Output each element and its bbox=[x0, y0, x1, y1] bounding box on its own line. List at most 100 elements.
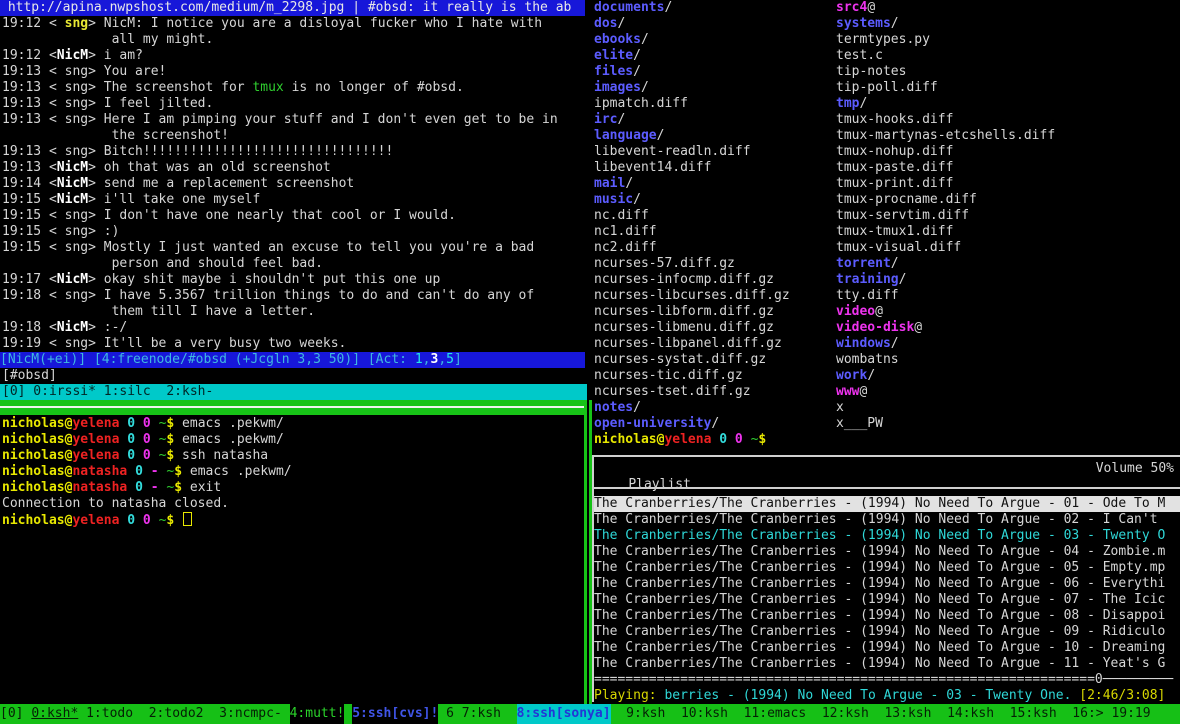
file-name: tmux-visual.diff bbox=[836, 240, 961, 255]
text-segment bbox=[127, 464, 135, 479]
text-segment bbox=[143, 480, 151, 495]
taskbar-window-item[interactable]: [0] bbox=[0, 704, 31, 724]
file-entry[interactable]: tmux-martynas-etcshells.diff bbox=[836, 128, 1055, 144]
text-segment: [2:46/3:08] bbox=[1079, 688, 1165, 703]
file-entry[interactable]: libevent14.diff bbox=[594, 160, 711, 176]
file-entry[interactable]: images/ bbox=[594, 80, 649, 96]
taskbar-window-item[interactable]: 4:mutt! bbox=[290, 704, 345, 724]
taskbar-window-item[interactable]: 6 7:ksh bbox=[438, 704, 516, 724]
file-entry[interactable]: tip-notes bbox=[836, 64, 906, 80]
playlist-track[interactable]: The Cranberries/The Cranberries - (1994)… bbox=[594, 560, 1180, 576]
file-name: ncurses-libmenu.diff.gz bbox=[594, 320, 774, 335]
file-entry[interactable]: work/ bbox=[836, 368, 875, 384]
taskbar-window-item[interactable]: 5:ssh[cvs]! bbox=[352, 704, 438, 724]
progress-bar[interactable]: ========================================… bbox=[594, 672, 1173, 688]
playlist-title: Playlist bbox=[628, 477, 691, 492]
file-entry[interactable]: test.c bbox=[836, 48, 883, 64]
file-entry[interactable]: training/ bbox=[836, 272, 906, 288]
file-entry[interactable]: tmux-print.diff bbox=[836, 176, 953, 192]
file-entry[interactable]: video-disk@ bbox=[836, 320, 922, 336]
playlist-track[interactable]: The Cranberries/The Cranberries - (1994)… bbox=[594, 496, 1180, 512]
file-entry[interactable]: tty.diff bbox=[836, 288, 899, 304]
file-entry[interactable]: www@ bbox=[836, 384, 867, 400]
taskbar-window-item[interactable]: 8:ssh[sonya] bbox=[517, 704, 611, 724]
file-entry[interactable]: tmux-servtim.diff bbox=[836, 208, 969, 224]
player-box-top-border bbox=[594, 455, 1180, 457]
file-entry[interactable]: x bbox=[836, 400, 844, 416]
taskbar-window-item[interactable]: 9:ksh 10:ksh 11:emacs 12:ksh 13:ksh 14:k… bbox=[611, 704, 1151, 724]
file-entry[interactable]: video@ bbox=[836, 304, 883, 320]
text-segment bbox=[151, 416, 159, 431]
right-shell-prompt[interactable]: nicholas@yelena 0 0 ~$ bbox=[594, 432, 766, 448]
file-entry[interactable]: documents/ bbox=[594, 0, 672, 16]
file-entry[interactable]: music/ bbox=[594, 192, 641, 208]
playlist-track[interactable]: The Cranberries/The Cranberries - (1994)… bbox=[594, 656, 1180, 672]
dir-name: windows bbox=[836, 336, 891, 351]
file-type-suffix: / bbox=[891, 256, 899, 271]
playlist-track[interactable]: The Cranberries/The Cranberries - (1994)… bbox=[594, 640, 1180, 656]
inner-screen-window-bar[interactable]: [0] 0:irssi* 1:silc 2:ksh- bbox=[0, 384, 587, 400]
file-entry[interactable]: notes/ bbox=[594, 400, 641, 416]
taskbar-window-item[interactable] bbox=[344, 704, 352, 724]
file-entry[interactable]: termtypes.py bbox=[836, 32, 930, 48]
file-entry[interactable]: libevent-readln.diff bbox=[594, 144, 751, 160]
file-entry[interactable]: ipmatch.diff bbox=[594, 96, 688, 112]
irc-message-line: 19:15 <NicM> i'll take one myself bbox=[2, 192, 260, 208]
file-entry[interactable]: tmux-tmux1.diff bbox=[836, 224, 953, 240]
file-entry[interactable]: tip-poll.diff bbox=[836, 80, 938, 96]
file-entry[interactable]: torrent/ bbox=[836, 256, 899, 272]
file-entry[interactable]: x___PW bbox=[836, 416, 883, 432]
file-entry[interactable]: files/ bbox=[594, 64, 641, 80]
file-entry[interactable]: tmux-procname.diff bbox=[836, 192, 977, 208]
playlist-track[interactable]: The Cranberries/The Cranberries - (1994)… bbox=[594, 576, 1180, 592]
file-entry[interactable]: src4@ bbox=[836, 0, 875, 16]
text-segment: emacs .pekwm/ bbox=[174, 432, 284, 447]
playlist-track[interactable]: The Cranberries/The Cranberries - (1994)… bbox=[594, 608, 1180, 624]
file-entry[interactable]: tmp/ bbox=[836, 96, 867, 112]
shell-line[interactable]: nicholas@yelena 0 0 ~$ bbox=[2, 512, 192, 528]
file-entry[interactable]: elite/ bbox=[594, 48, 641, 64]
file-entry[interactable]: ncurses-tset.diff.gz bbox=[594, 384, 751, 400]
file-entry[interactable]: nc1.diff bbox=[594, 224, 657, 240]
file-type-suffix: / bbox=[633, 400, 641, 415]
file-entry[interactable]: nc2.diff bbox=[594, 240, 657, 256]
file-entry[interactable]: tmux-paste.diff bbox=[836, 160, 953, 176]
file-entry[interactable]: mail/ bbox=[594, 176, 633, 192]
file-entry[interactable]: nc.diff bbox=[594, 208, 649, 224]
file-entry[interactable]: language/ bbox=[594, 128, 664, 144]
file-entry[interactable]: ebooks/ bbox=[594, 32, 649, 48]
playlist-track[interactable]: The Cranberries/The Cranberries - (1994)… bbox=[594, 624, 1180, 640]
file-name: tmux-paste.diff bbox=[836, 160, 953, 175]
file-entry[interactable]: wombatns bbox=[836, 352, 899, 368]
file-entry[interactable]: systems/ bbox=[836, 16, 899, 32]
file-entry[interactable]: tmux-nohup.diff bbox=[836, 144, 953, 160]
text-segment: the screenshot! bbox=[2, 128, 229, 143]
file-entry[interactable]: ncurses-systat.diff.gz bbox=[594, 352, 766, 368]
file-entry[interactable]: ncurses-libpanel.diff.gz bbox=[594, 336, 782, 352]
text-segment: $ bbox=[174, 480, 182, 495]
file-entry[interactable]: dos/ bbox=[594, 16, 625, 32]
file-type-suffix: / bbox=[711, 416, 719, 431]
file-entry[interactable]: ncurses-57.diff.gz bbox=[594, 256, 735, 272]
file-entry[interactable]: ncurses-tic.diff.gz bbox=[594, 368, 743, 384]
irc-message-line: 19:13 < sng> Bitch!!!!!!!!!!!!!!!!!!!!!!… bbox=[2, 144, 393, 160]
file-entry[interactable]: ncurses-libcurses.diff.gz bbox=[594, 288, 790, 304]
playlist-track[interactable]: The Cranberries/The Cranberries - (1994)… bbox=[594, 592, 1180, 608]
text-segment: 19:13 < sng> Here I am pimping your stuf… bbox=[2, 112, 558, 127]
taskbar-window-item[interactable]: 1:todo 2:todo2 3:ncmpc- bbox=[78, 704, 289, 724]
file-entry[interactable]: ncurses-libform.diff.gz bbox=[594, 304, 774, 320]
taskbar-window-item[interactable]: 0:ksh* bbox=[31, 704, 78, 724]
file-entry[interactable]: open-university/ bbox=[594, 416, 719, 432]
file-entry[interactable]: ncurses-libmenu.diff.gz bbox=[594, 320, 774, 336]
file-entry[interactable]: irc/ bbox=[594, 112, 625, 128]
playlist-track[interactable]: The Cranberries/The Cranberries - (1994)… bbox=[594, 544, 1180, 560]
file-entry[interactable]: tmux-visual.diff bbox=[836, 240, 961, 256]
playlist-track[interactable]: The Cranberries/The Cranberries - (1994)… bbox=[594, 512, 1180, 528]
playlist-track[interactable]: The Cranberries/The Cranberries - (1994)… bbox=[594, 528, 1180, 544]
file-entry[interactable]: tmux-hooks.diff bbox=[836, 112, 953, 128]
text-segment: 0 bbox=[143, 513, 151, 528]
file-entry[interactable]: ncurses-infocmp.diff.gz bbox=[594, 272, 774, 288]
file-entry[interactable]: windows/ bbox=[836, 336, 899, 352]
text-segment: 19:18 < sng> I have 5.3567 trillion thin… bbox=[2, 288, 534, 303]
text-segment: 19:18 < bbox=[2, 320, 57, 335]
